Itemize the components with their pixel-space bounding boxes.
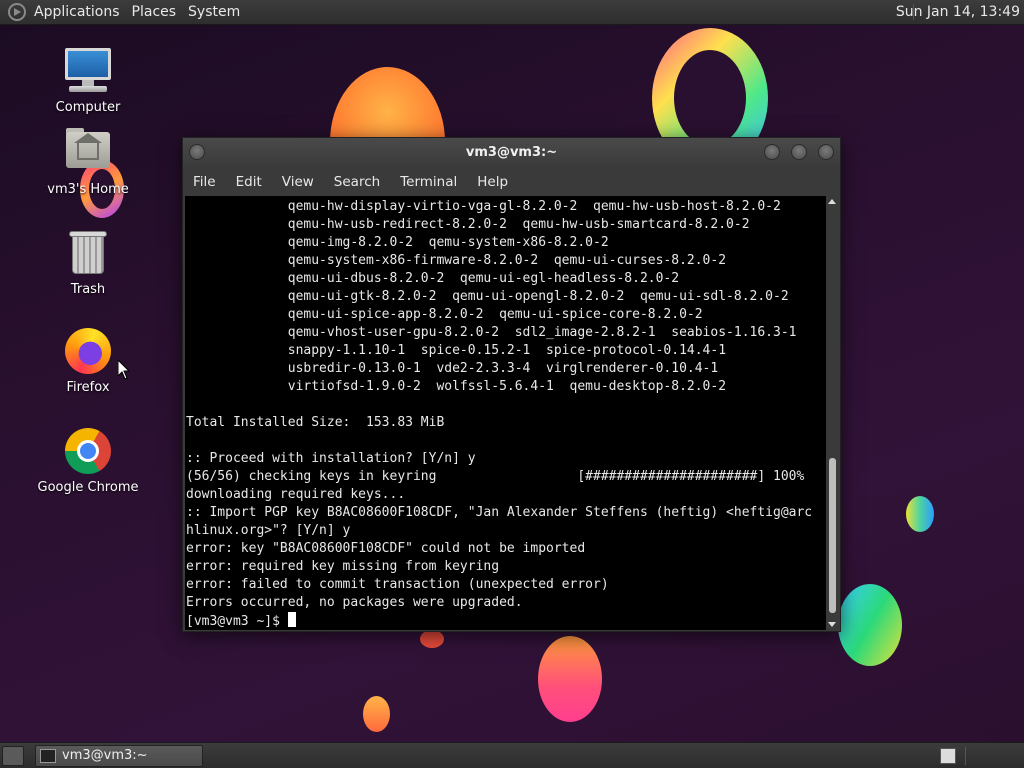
terminal-output: qemu-hw-display-virtio-vga-gl-8.2.0-2 qe… (186, 199, 813, 610)
window-title: vm3@vm3:~ (465, 145, 558, 160)
scroll-up-arrow-icon[interactable] (828, 199, 836, 204)
terminal-menubar: File Edit View Search Terminal Help (183, 168, 840, 196)
home-folder-icon (63, 128, 113, 178)
show-desktop-icon[interactable] (2, 746, 24, 766)
menu-search[interactable]: Search (334, 174, 380, 190)
menu-view[interactable]: View (282, 174, 314, 190)
desktop-icon-label: vm3's Home (47, 182, 129, 197)
wallpaper-blob (420, 630, 444, 648)
taskbar-item-terminal[interactable]: vm3@vm3:~ (35, 745, 203, 767)
menu-help[interactable]: Help (477, 174, 508, 190)
trash-icon (63, 228, 113, 278)
terminal-icon (40, 749, 56, 763)
window-menu-button[interactable] (189, 144, 205, 160)
computer-icon (63, 46, 113, 96)
desktop-icon-chrome[interactable]: Google Chrome (28, 426, 148, 495)
menu-edit[interactable]: Edit (236, 174, 262, 190)
panel-separator (965, 747, 966, 765)
terminal-window: vm3@vm3:~ File Edit View Search Terminal… (182, 137, 841, 632)
wallpaper-blob (838, 584, 902, 666)
desktop-icon-firefox[interactable]: Firefox (28, 326, 148, 395)
desktop-icon-label: Computer (55, 100, 121, 115)
text-cursor (287, 612, 296, 627)
places-menu[interactable]: Places (132, 4, 185, 20)
system-menu[interactable]: System (188, 4, 248, 20)
chrome-icon (63, 426, 113, 476)
workspace-switcher[interactable] (940, 748, 956, 764)
terminal-prompt: [vm3@vm3 ~]$ (186, 614, 288, 629)
distro-logo-icon[interactable] (8, 3, 26, 21)
desktop-icon-label: Google Chrome (37, 480, 139, 495)
desktop-icon-trash[interactable]: Trash (28, 228, 148, 297)
firefox-icon (63, 326, 113, 376)
close-button[interactable] (818, 144, 834, 160)
menu-file[interactable]: File (193, 174, 216, 190)
mouse-pointer-icon (118, 360, 130, 380)
wallpaper-blob (363, 696, 390, 732)
desktop-icon-label: Firefox (66, 380, 110, 395)
minimize-button[interactable] (764, 144, 780, 160)
desktop-icon-label: Trash (70, 282, 106, 297)
desktop-icon-home[interactable]: vm3's Home (28, 128, 148, 197)
maximize-button[interactable] (791, 144, 807, 160)
clock[interactable]: Sun Jan 14, 13:49 (896, 4, 1020, 20)
wallpaper-blob (538, 636, 602, 722)
taskbar-item-label: vm3@vm3:~ (62, 748, 148, 763)
scrollbar-thumb[interactable] (829, 458, 836, 613)
desktop-icon-computer[interactable]: Computer (28, 46, 148, 115)
terminal-output-area[interactable]: qemu-hw-display-virtio-vga-gl-8.2.0-2 qe… (185, 196, 827, 630)
bottom-panel: vm3@vm3:~ (0, 742, 1024, 768)
window-titlebar[interactable]: vm3@vm3:~ (183, 138, 840, 168)
terminal-scrollbar[interactable] (826, 196, 839, 630)
top-panel: Applications Places System Sun Jan 14, 1… (0, 0, 1024, 25)
applications-menu[interactable]: Applications (34, 4, 128, 20)
wallpaper-blob (906, 496, 934, 532)
menu-terminal[interactable]: Terminal (400, 174, 457, 190)
scroll-down-arrow-icon[interactable] (828, 622, 836, 627)
